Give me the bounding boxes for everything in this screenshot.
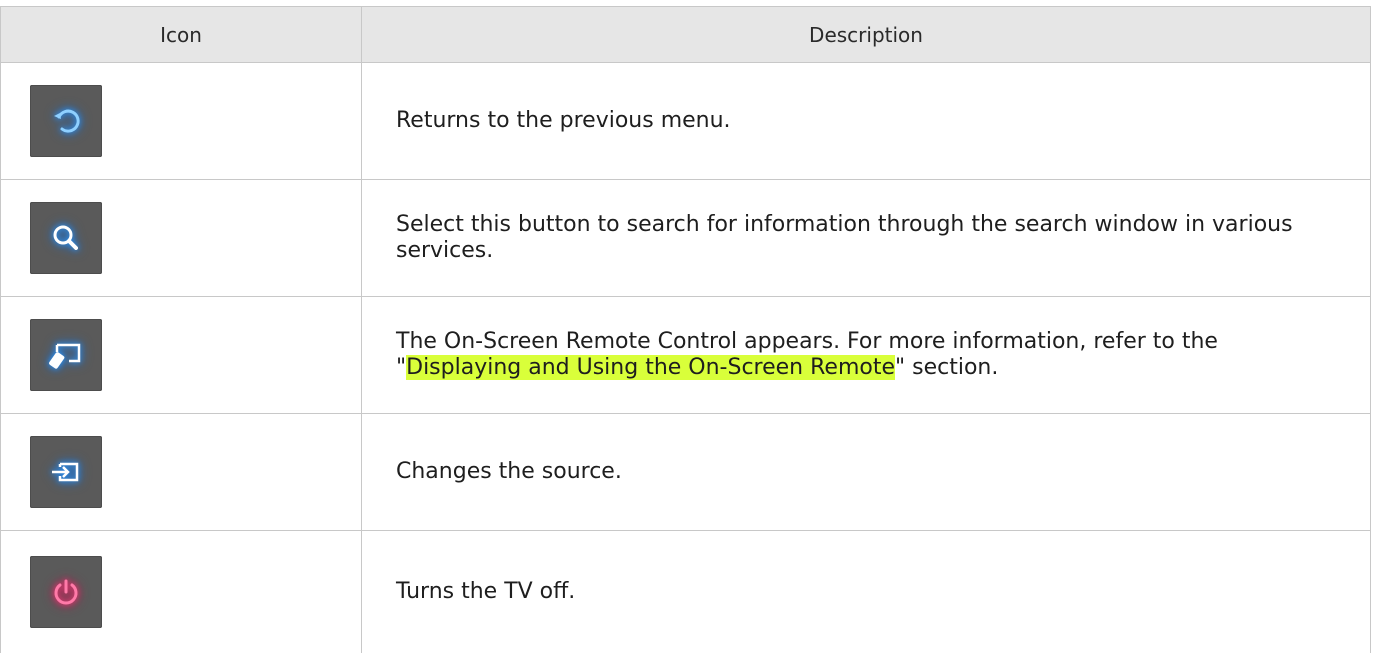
power-icon [30,556,102,628]
return-icon [30,85,102,157]
search-icon [30,202,102,274]
table-row: Select this button to search for informa… [1,180,1371,297]
table-row: Changes the source. [1,414,1371,531]
table-row: Returns to the previous menu. [1,63,1371,180]
section-link[interactable]: Displaying and Using the On-Screen Remot… [406,355,895,380]
on-screen-remote-icon [30,319,102,391]
row-description: Turns the TV off. [362,531,1371,653]
table-row: Turns the TV off. [1,531,1371,653]
table-header-row: Icon Description [1,7,1371,63]
row-description: The On-Screen Remote Control appears. Fo… [362,297,1371,414]
row-description: Select this button to search for informa… [362,180,1371,297]
icon-description-table: Icon Description Returns to the previous… [0,6,1371,653]
table-row: The On-Screen Remote Control appears. Fo… [1,297,1371,414]
row-description: Returns to the previous menu. [362,63,1371,180]
description-text: " section. [895,355,998,380]
description-column-header: Description [362,7,1371,63]
source-icon [30,436,102,508]
row-description: Changes the source. [362,414,1371,531]
icon-column-header: Icon [1,7,362,63]
